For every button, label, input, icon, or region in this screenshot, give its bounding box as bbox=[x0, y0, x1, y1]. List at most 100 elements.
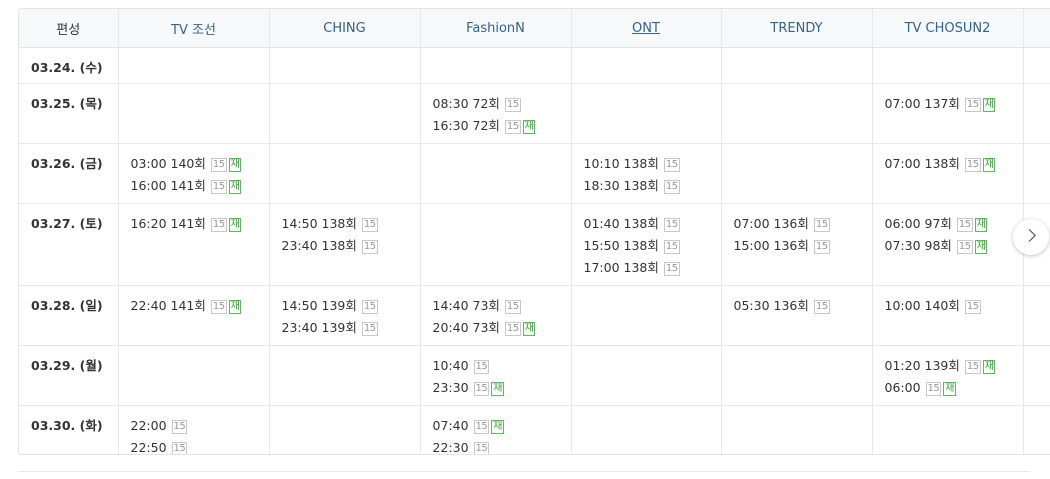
broadcast-entry[interactable]: 10:40 15 bbox=[433, 355, 571, 377]
channel-header[interactable] bbox=[1023, 9, 1050, 48]
broadcast-entry[interactable]: 01:40 138회 15 bbox=[584, 213, 721, 235]
broadcast-entry[interactable]: 14:50 139회 15 bbox=[282, 295, 420, 317]
schedule-row: 03.30. (화) 22:00 15 22:50 15 07:40 15 재 22:30 15 bbox=[19, 405, 1050, 455]
episode-number: 138회 bbox=[623, 216, 659, 231]
episode-number: 141회 bbox=[170, 178, 206, 193]
broadcast-time: 07:00 bbox=[733, 216, 770, 231]
episode-number: 139회 bbox=[321, 298, 357, 313]
schedule-cell: 22:40 141회 15 재 bbox=[118, 285, 270, 346]
rerun-badge: 재 bbox=[522, 120, 536, 134]
schedule-cell: 10:10 138회 15 18:30 138회 15 bbox=[571, 143, 722, 204]
broadcast-entry[interactable]: 22:50 15 bbox=[131, 437, 269, 454]
broadcast-time: 10:00 bbox=[884, 298, 921, 313]
schedule-cell bbox=[118, 345, 270, 406]
channel-name[interactable]: TV 조선 bbox=[171, 23, 216, 38]
age-rating-badge: 15 bbox=[813, 300, 830, 314]
age-rating-badge: 15 bbox=[361, 240, 378, 254]
broadcast-entry[interactable]: 08:30 72회 15 bbox=[433, 93, 571, 115]
rerun-badge: 재 bbox=[974, 240, 988, 254]
broadcast-entry[interactable]: 10:00 140회 15 bbox=[885, 295, 1023, 317]
age-rating-badge: 15 bbox=[210, 158, 227, 172]
schedule-cell: 07:00 136회 15 15:00 136회 15 bbox=[721, 203, 873, 286]
broadcast-entry[interactable]: 14:40 73회 15 bbox=[433, 295, 571, 317]
channel-header[interactable]: TV CHOSUN2 bbox=[872, 9, 1024, 48]
episode-number: 138회 bbox=[623, 156, 659, 171]
age-rating-badge: 15 bbox=[964, 158, 981, 172]
age-rating-badge: 15 bbox=[473, 442, 490, 454]
schedule-cell: 14:50 138회 15 23:40 138회 15 bbox=[269, 203, 421, 286]
broadcast-entry[interactable]: 10:10 138회 15 bbox=[584, 153, 721, 175]
channel-name[interactable]: CHING bbox=[323, 21, 366, 36]
broadcast-entry[interactable]: 07:30 98회 15 재 bbox=[885, 235, 1023, 257]
age-rating-badge: 15 bbox=[964, 98, 981, 112]
broadcast-entry[interactable]: 23:40 139회 15 bbox=[282, 317, 420, 339]
age-rating-badge: 15 bbox=[663, 262, 680, 276]
broadcast-entry[interactable]: 22:30 15 bbox=[432, 437, 571, 455]
schedule-cell bbox=[1023, 83, 1050, 144]
schedule-cell: 14:50 139회 15 23:40 139회 15 bbox=[269, 285, 421, 346]
schedule-cell bbox=[1023, 345, 1050, 406]
episode-number: 141회 bbox=[170, 216, 206, 231]
schedule-cell bbox=[269, 83, 421, 144]
broadcast-entry[interactable]: 15:50 138회 15 bbox=[584, 235, 721, 257]
broadcast-entry[interactable]: 07:00 138회 15 재 bbox=[885, 153, 1023, 175]
broadcast-entry[interactable]: 15:00 136회 15 bbox=[734, 235, 872, 257]
channel-header[interactable]: TV 조선 bbox=[118, 9, 270, 48]
age-rating-badge: 15 bbox=[925, 382, 942, 396]
episode-number: 72회 bbox=[472, 118, 500, 133]
channel-name[interactable]: TV CHOSUN2 bbox=[905, 21, 991, 36]
broadcast-entry[interactable]: 18:30 138회 15 bbox=[584, 175, 721, 197]
episode-number: 97회 bbox=[924, 216, 952, 231]
channel-header[interactable]: ONT bbox=[571, 9, 722, 48]
age-rating-badge: 15 bbox=[361, 322, 378, 336]
broadcast-entry[interactable]: 16:20 141회 15 재 bbox=[131, 213, 269, 235]
broadcast-entry[interactable]: 01:20 139회 15 재 bbox=[885, 355, 1023, 377]
broadcast-entry[interactable]: 23:40 138회 15 bbox=[282, 235, 420, 257]
schedule-cell bbox=[420, 143, 572, 204]
schedule-cell bbox=[721, 47, 873, 84]
episode-number: 98회 bbox=[924, 238, 952, 253]
age-rating-badge: 15 bbox=[663, 158, 680, 172]
broadcast-entry[interactable]: 23:30 15 재 bbox=[433, 377, 571, 399]
schedule-row: 03.29. (월) 10:40 15 23:30 15 재 01:20 139회 15 재 06… bbox=[19, 345, 1050, 406]
channel-header[interactable]: CHING bbox=[269, 9, 421, 48]
channel-name[interactable]: FashionN bbox=[466, 21, 525, 36]
broadcast-entry[interactable]: 16:30 72회 15 재 bbox=[433, 115, 571, 137]
schedule-cell bbox=[420, 203, 572, 286]
channel-header[interactable]: FashionN bbox=[420, 9, 572, 48]
broadcast-entry[interactable]: 07:40 15 재 bbox=[433, 415, 571, 437]
episode-number: 140회 bbox=[924, 298, 960, 313]
broadcast-entry[interactable]: 22:00 15 bbox=[131, 415, 269, 437]
episode-number: 139회 bbox=[321, 320, 357, 335]
channel-name[interactable]: ONT bbox=[632, 21, 660, 36]
channel-header[interactable]: TRENDY bbox=[721, 9, 873, 48]
broadcast-entry[interactable]: 03:00 140회 15 재 bbox=[131, 153, 269, 175]
broadcast-entry[interactable]: 07:00 136회 15 bbox=[734, 213, 872, 235]
episode-number: 141회 bbox=[170, 298, 206, 313]
broadcast-entry[interactable]: 07:00 137회 15 재 bbox=[885, 93, 1023, 115]
episode-number: 138회 bbox=[321, 238, 357, 253]
schedule-row: 03.27. (토) 16:20 141회 15 재 14:50 138회 15 23:40… bbox=[19, 203, 1050, 286]
broadcast-entry[interactable]: 20:40 73회 15 재 bbox=[433, 317, 571, 339]
broadcast-time: 22:30 bbox=[432, 440, 469, 455]
age-rating-badge: 15 bbox=[663, 218, 680, 232]
age-rating-badge: 15 bbox=[504, 300, 521, 314]
date-cell: 03.30. (화) bbox=[19, 405, 119, 454]
broadcast-entry[interactable]: 22:40 141회 15 재 bbox=[131, 295, 269, 317]
next-button[interactable] bbox=[1013, 219, 1049, 255]
broadcast-entry[interactable]: 05:30 136회 15 bbox=[734, 295, 872, 317]
episode-number: 138회 bbox=[321, 216, 357, 231]
broadcast-time: 23:40 bbox=[281, 320, 318, 335]
schedule-cell: 07:40 15 재 22:30 15 bbox=[420, 405, 572, 455]
age-rating-badge: 15 bbox=[813, 240, 830, 254]
schedule-label: 편성 bbox=[56, 22, 81, 38]
broadcast-time: 03:00 bbox=[130, 156, 167, 171]
broadcast-entry[interactable]: 06:00 97회 15 재 bbox=[885, 213, 1023, 235]
broadcast-entry[interactable]: 16:00 141회 15 재 bbox=[131, 175, 269, 197]
schedule-cell bbox=[269, 143, 421, 204]
broadcast-entry[interactable]: 06:00 15 재 bbox=[885, 377, 1023, 399]
broadcast-entry[interactable]: 17:00 138회 15 bbox=[584, 257, 721, 279]
broadcast-time: 10:40 bbox=[432, 358, 469, 373]
broadcast-entry[interactable]: 14:50 138회 15 bbox=[282, 213, 420, 235]
channel-name[interactable]: TRENDY bbox=[770, 21, 822, 36]
